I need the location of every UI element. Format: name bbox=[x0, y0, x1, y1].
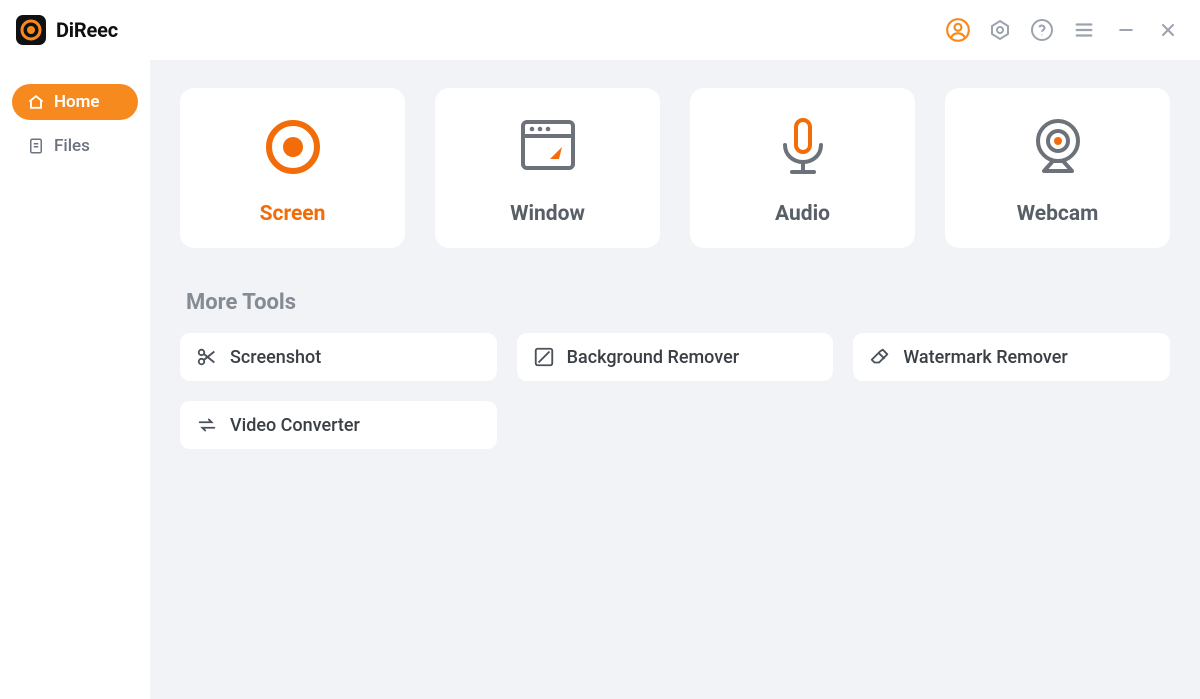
sidebar-item-home[interactable]: Home bbox=[12, 84, 138, 120]
tool-background-remover[interactable]: Background Remover bbox=[517, 333, 834, 381]
mode-card-window[interactable]: Window bbox=[435, 88, 660, 248]
screen-icon bbox=[257, 110, 329, 184]
mode-card-label: Webcam bbox=[1017, 202, 1099, 226]
mode-card-audio[interactable]: Audio bbox=[690, 88, 915, 248]
window-icon bbox=[512, 110, 584, 184]
tool-label: Background Remover bbox=[567, 347, 739, 368]
more-tools-grid: Screenshot Background Remover Watermark … bbox=[180, 333, 1170, 449]
minimize-icon[interactable] bbox=[1112, 16, 1140, 44]
convert-icon bbox=[196, 414, 218, 436]
sidebar: Home Files bbox=[0, 60, 150, 699]
help-icon[interactable] bbox=[1028, 16, 1056, 44]
files-icon bbox=[26, 136, 46, 156]
audio-icon bbox=[767, 110, 839, 184]
sidebar-item-label: Home bbox=[54, 92, 100, 112]
eraser-icon bbox=[869, 346, 891, 368]
webcam-icon bbox=[1022, 110, 1094, 184]
mode-card-webcam[interactable]: Webcam bbox=[945, 88, 1170, 248]
menu-icon[interactable] bbox=[1070, 16, 1098, 44]
titlebar-actions bbox=[944, 16, 1182, 44]
more-tools-heading: More Tools bbox=[186, 290, 1170, 315]
background-remover-icon bbox=[533, 346, 555, 368]
mode-card-screen[interactable]: Screen bbox=[180, 88, 405, 248]
tool-video-converter[interactable]: Video Converter bbox=[180, 401, 497, 449]
close-icon[interactable] bbox=[1154, 16, 1182, 44]
mode-card-label: Screen bbox=[260, 202, 326, 226]
mode-card-label: Window bbox=[510, 202, 585, 226]
mode-card-label: Audio bbox=[775, 202, 830, 226]
settings-icon[interactable] bbox=[986, 16, 1014, 44]
tool-screenshot[interactable]: Screenshot bbox=[180, 333, 497, 381]
titlebar: DiReec bbox=[0, 0, 1200, 60]
account-icon[interactable] bbox=[944, 16, 972, 44]
scissors-icon bbox=[196, 346, 218, 368]
home-icon bbox=[26, 92, 46, 112]
tool-label: Watermark Remover bbox=[903, 347, 1067, 368]
tool-watermark-remover[interactable]: Watermark Remover bbox=[853, 333, 1170, 381]
record-mode-grid: Screen Window bbox=[180, 88, 1170, 248]
sidebar-item-files[interactable]: Files bbox=[12, 128, 138, 164]
main-panel: Screen Window bbox=[150, 60, 1200, 699]
sidebar-item-label: Files bbox=[54, 136, 90, 156]
app-logo bbox=[16, 15, 46, 45]
tool-label: Screenshot bbox=[230, 347, 321, 368]
tool-label: Video Converter bbox=[230, 415, 360, 436]
app-name: DiReec bbox=[56, 18, 118, 42]
